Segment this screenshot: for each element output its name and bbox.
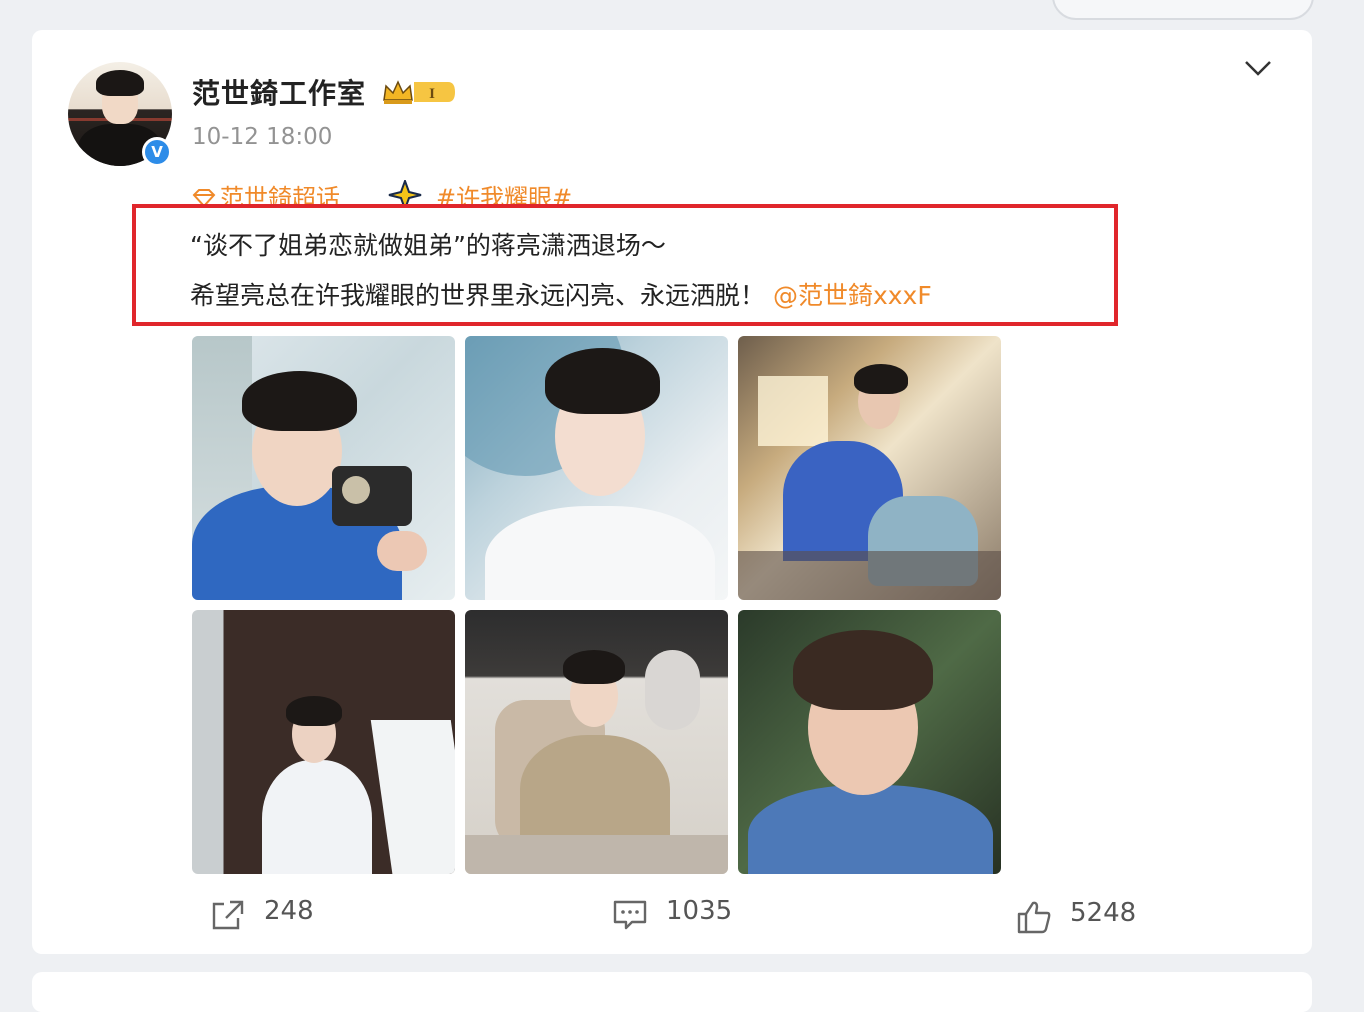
post-photo[interactable] [738, 610, 1001, 874]
member-crown-badge-icon[interactable]: I [382, 78, 456, 106]
post-photo[interactable] [738, 336, 1001, 600]
post-photo[interactable] [465, 610, 728, 874]
repost-icon [212, 900, 244, 930]
post-text-line-1: “谈不了姐弟恋就做姐弟”的蒋亮潇洒退场～ [190, 231, 666, 260]
badge-level: I [429, 86, 435, 102]
mention-link[interactable]: @范世錡xxxF [773, 281, 932, 310]
repost-button[interactable]: 248 [210, 896, 330, 932]
like-icon [1017, 901, 1051, 934]
photo-grid [192, 336, 1002, 874]
repost-count: 248 [264, 896, 314, 926]
post-text-line-2: 希望亮总在许我耀眼的世界里永远闪亮、永远洒脱！ @范世錡xxxF [190, 276, 932, 312]
post-photo[interactable] [192, 610, 455, 874]
like-count: 5248 [1070, 898, 1137, 928]
author-name[interactable]: 范世錡工作室 [192, 72, 366, 112]
post-text-line-2-body: 希望亮总在许我耀眼的世界里永远闪亮、永远洒脱！ [190, 281, 766, 310]
chevron-down-icon[interactable] [1242, 58, 1274, 80]
like-button[interactable]: 5248 [1016, 898, 1146, 934]
comment-count: 1035 [666, 896, 733, 926]
post-timestamp[interactable]: 10-12 18:00 [192, 124, 332, 150]
search-box[interactable] [1052, 0, 1314, 20]
post-photo[interactable] [465, 336, 728, 600]
comment-icon [613, 900, 647, 930]
next-post-card [32, 972, 1312, 1012]
verified-badge-icon: V [142, 137, 172, 167]
comment-button[interactable]: 1035 [612, 896, 742, 932]
post-photo[interactable] [192, 336, 455, 600]
cropped-header-text [30, 0, 260, 4]
